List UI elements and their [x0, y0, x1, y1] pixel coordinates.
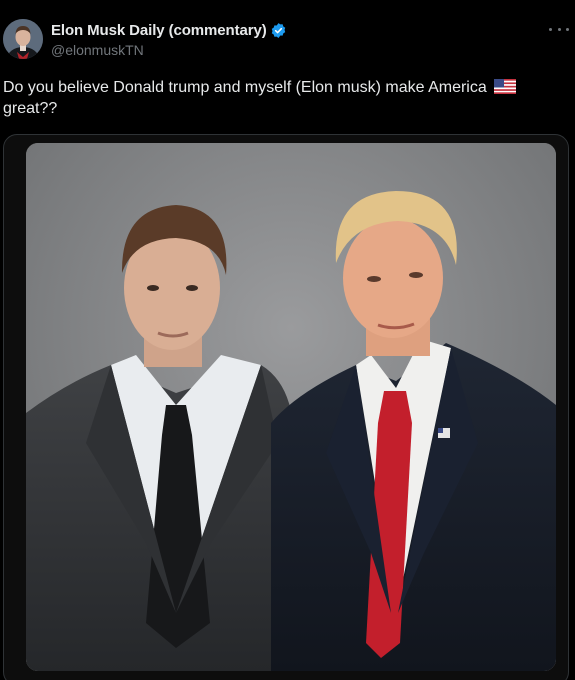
profile-photo-icon: [3, 19, 43, 59]
tweet-text: Do you believe Donald trump and myself (…: [3, 77, 565, 119]
tweet-header: Elon Musk Daily (commentary) @elonmuskTN: [0, 0, 575, 70]
tweet-media-container[interactable]: [3, 134, 569, 680]
more-options-icon[interactable]: [549, 22, 569, 36]
tweet-photo[interactable]: [26, 143, 556, 671]
tweet-text-end: great??: [3, 100, 58, 117]
tweet-text-main: Do you believe Donald trump and myself (…: [3, 79, 487, 96]
author-handle[interactable]: @elonmuskTN: [51, 42, 144, 58]
us-flag-emoji-icon: [494, 79, 517, 94]
verified-badge-icon: [270, 22, 287, 39]
two-men-portrait-image: [26, 143, 556, 671]
author-display-name[interactable]: Elon Musk Daily (commentary): [51, 22, 267, 39]
author-avatar[interactable]: [3, 19, 43, 59]
